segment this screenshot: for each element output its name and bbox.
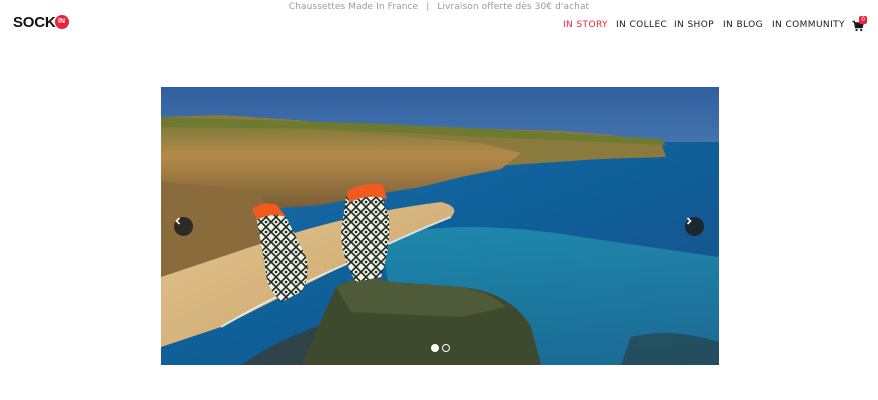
- hero-slide-image: [161, 87, 719, 365]
- chevron-right-icon: [686, 217, 692, 225]
- nav-item-in-shop[interactable]: IN SHOP: [674, 19, 714, 31]
- hero-slider[interactable]: [161, 87, 719, 365]
- announcement-bar: Chaussettes Made In France | Livraison off…: [0, 1, 878, 13]
- nav-item-in-story[interactable]: IN STORY: [563, 19, 608, 31]
- slider-dot-1[interactable]: [431, 344, 439, 352]
- nav-item-in-blog[interactable]: IN BLOG: [723, 19, 763, 31]
- chevron-left-icon: [175, 217, 181, 225]
- site-logo[interactable]: SOCK IN: [13, 13, 69, 31]
- nav-item-in-community[interactable]: IN COMMUNITY: [772, 19, 845, 31]
- announcement-free-shipping: Livraison offerte dès 30€ d'achat: [437, 2, 590, 12]
- slider-dot-2[interactable]: [442, 344, 450, 352]
- announcement-separator: |: [426, 2, 430, 12]
- slider-next-button[interactable]: [685, 217, 704, 236]
- logo-wordmark: SOCK: [13, 13, 56, 31]
- cart-count-badge: 0: [859, 16, 867, 24]
- announcement-made-in-france: Chaussettes Made In France: [288, 2, 419, 12]
- logo-badge: IN: [54, 15, 69, 29]
- nav-item-in-collec[interactable]: IN COLLEC: [616, 19, 667, 31]
- slider-prev-button[interactable]: [174, 217, 193, 236]
